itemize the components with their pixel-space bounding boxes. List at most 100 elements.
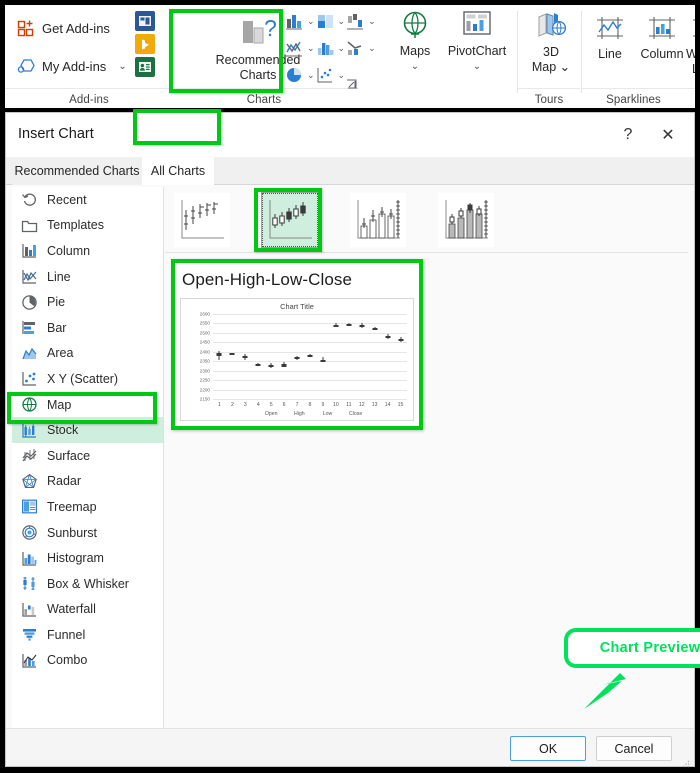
chart-x-tick-label: 5	[269, 402, 273, 408]
3d-map-button[interactable]: 3D Map ⌄	[518, 9, 584, 75]
charts-dialog-launcher-icon[interactable]	[346, 77, 357, 89]
chart-type-stock[interactable]: Stock	[12, 417, 163, 443]
chart-y-tick-label: 2400	[199, 349, 210, 355]
insert-statistic-chart-dropdown[interactable]: ⌄	[315, 38, 346, 59]
chart-x-tick-label: 9	[321, 402, 325, 408]
combo-icon	[21, 652, 38, 669]
tab-all-charts[interactable]: All Charts	[142, 157, 214, 185]
chart-legend-item: Close	[348, 411, 363, 417]
insert-line-chart-dropdown[interactable]: ⌄	[284, 38, 315, 59]
resize-grip-icon[interactable]	[682, 755, 690, 768]
column-chart-icon	[284, 11, 306, 32]
sparkline-winloss-button[interactable]: W Lo	[686, 13, 695, 77]
chevron-down-icon[interactable]: ⌄	[307, 16, 315, 27]
chart-type-column[interactable]: Column	[12, 238, 163, 264]
insert-column-chart-dropdown[interactable]: ⌄	[284, 11, 315, 32]
subtype-high-low-close[interactable]	[174, 193, 230, 247]
bing-maps-addin-icon[interactable]	[135, 34, 155, 54]
chart-type-templates[interactable]: Templates	[12, 213, 163, 239]
chart-type-map[interactable]: Map	[12, 392, 163, 418]
chart-type-funnel[interactable]: Funnel	[12, 622, 163, 648]
chart-type-line[interactable]: Line	[12, 264, 163, 290]
insert-waterfall-stock-chart-dropdown[interactable]: ⌄	[345, 11, 376, 32]
maps-chevron-down-icon[interactable]: ⌄	[411, 61, 419, 72]
visio-addin-icon[interactable]	[135, 11, 155, 31]
chart-type-surface[interactable]: Surface	[12, 443, 163, 469]
treemap-icon	[21, 498, 38, 515]
stock-icon	[21, 422, 38, 439]
cancel-button[interactable]: Cancel	[596, 736, 672, 761]
candlestick-body	[281, 363, 287, 367]
chart-type-pie[interactable]: Pie	[12, 289, 163, 315]
candlestick-body	[216, 353, 222, 356]
ribbon-group-tours: 3D Map ⌄ Tours	[518, 5, 580, 108]
chart-type-bar[interactable]: Bar	[12, 315, 163, 341]
chevron-down-icon[interactable]: ⌄	[338, 43, 346, 54]
subtype-volume-open-high-low-close[interactable]	[438, 193, 494, 247]
subtype-open-high-low-close[interactable]	[261, 192, 319, 248]
maps-button[interactable]: Maps ⌄	[394, 9, 436, 74]
sparkline-line-button[interactable]: Line	[584, 13, 636, 62]
insert-pie-chart-dropdown[interactable]: ⌄	[284, 65, 315, 86]
candlestick-body	[385, 335, 391, 338]
chart-y-tick-label: 2300	[199, 368, 210, 374]
group-divider	[518, 88, 580, 89]
candlestick-body	[359, 325, 365, 328]
chart-type-box-whisker[interactable]: Box & Whisker	[12, 571, 163, 597]
chart-gridline: 2600	[200, 312, 407, 317]
funnel-icon	[21, 626, 38, 643]
chart-type-area[interactable]: Area	[12, 341, 163, 367]
chart-x-tick-label: 8	[308, 402, 312, 408]
chart-type-recent[interactable]: Recent	[12, 187, 163, 213]
pivotchart-chevron-down-icon[interactable]: ⌄	[473, 61, 481, 72]
chart-type-label: Treemap	[47, 499, 97, 514]
my-add-ins-button[interactable]: My Add-ins ⌄	[17, 57, 127, 76]
sparkline-winloss-label-line1: W	[686, 47, 695, 61]
pivotchart-label: PivotChart	[447, 44, 507, 58]
people-graph-addin-icon[interactable]	[135, 57, 155, 77]
insert-hierarchy-chart-dropdown[interactable]: ⌄	[315, 11, 346, 32]
chevron-down-icon[interactable]: ⌄	[338, 70, 346, 81]
maps-icon	[394, 9, 436, 44]
candlestick-body	[320, 359, 326, 362]
chevron-down-icon[interactable]: ⌄	[368, 16, 376, 27]
tab-recommended-charts[interactable]: Recommended Charts	[12, 157, 142, 185]
chart-preview-canvas: Chart Title 2600 2550 2500 2450 2400 2350 2300…	[180, 298, 414, 421]
sparkline-column-button[interactable]: Column	[636, 13, 688, 62]
chart-type-label: Histogram	[47, 551, 104, 566]
chart-legend-item: High	[293, 411, 305, 417]
chart-type-waterfall[interactable]: Waterfall	[12, 597, 163, 623]
chart-preview-callout: Chart Preview	[564, 628, 700, 709]
chart-x-tick-label: 2	[230, 402, 234, 408]
chart-type-xy-scatter[interactable]: X Y (Scatter)	[12, 366, 163, 392]
maps-label: Maps	[399, 44, 431, 58]
ok-button[interactable]: OK	[510, 736, 586, 761]
dialog-title: Insert Chart	[18, 126, 94, 142]
pie-icon	[21, 294, 38, 311]
chart-type-sunburst[interactable]: Sunburst	[12, 520, 163, 546]
insert-combo-chart-dropdown[interactable]: ⌄	[345, 38, 376, 59]
chevron-down-icon[interactable]: ⌄	[307, 43, 315, 54]
waterfall-icon	[21, 601, 38, 618]
chevron-down-icon[interactable]: ⌄	[368, 43, 376, 54]
chart-preview-card: Open-High-Low-Close Chart Title 2600 2550…	[171, 259, 423, 430]
chevron-down-icon[interactable]: ⌄	[307, 70, 315, 81]
chart-type-label: Recent	[47, 192, 87, 207]
chart-type-radar[interactable]: Radar	[12, 469, 163, 495]
chart-type-list[interactable]: Recent Templates Column Line Pie Bar Are…	[12, 187, 164, 728]
my-add-ins-chevron-down-icon[interactable]: ⌄	[118, 61, 126, 72]
chart-type-histogram[interactable]: Histogram	[12, 545, 163, 571]
pivotchart-button[interactable]: PivotChart ⌄	[441, 9, 513, 74]
chart-type-treemap[interactable]: Treemap	[12, 494, 163, 520]
chevron-down-icon[interactable]: ⌄	[338, 16, 346, 27]
subtype-volume-high-low-close[interactable]	[350, 193, 406, 247]
close-button[interactable]: ✕	[654, 122, 682, 148]
chart-x-tick-label: 14	[384, 402, 391, 408]
ribbon-group-label-add-ins: Add-ins	[69, 94, 109, 106]
combo-chart-icon	[345, 38, 367, 59]
chart-type-combo[interactable]: Combo	[12, 648, 163, 674]
help-button[interactable]: ?	[614, 122, 642, 148]
get-add-ins-button[interactable]: Get Add-ins	[17, 19, 110, 38]
insert-scatter-chart-dropdown[interactable]: ⌄	[315, 65, 346, 86]
chart-gridline: 2350	[200, 359, 407, 364]
